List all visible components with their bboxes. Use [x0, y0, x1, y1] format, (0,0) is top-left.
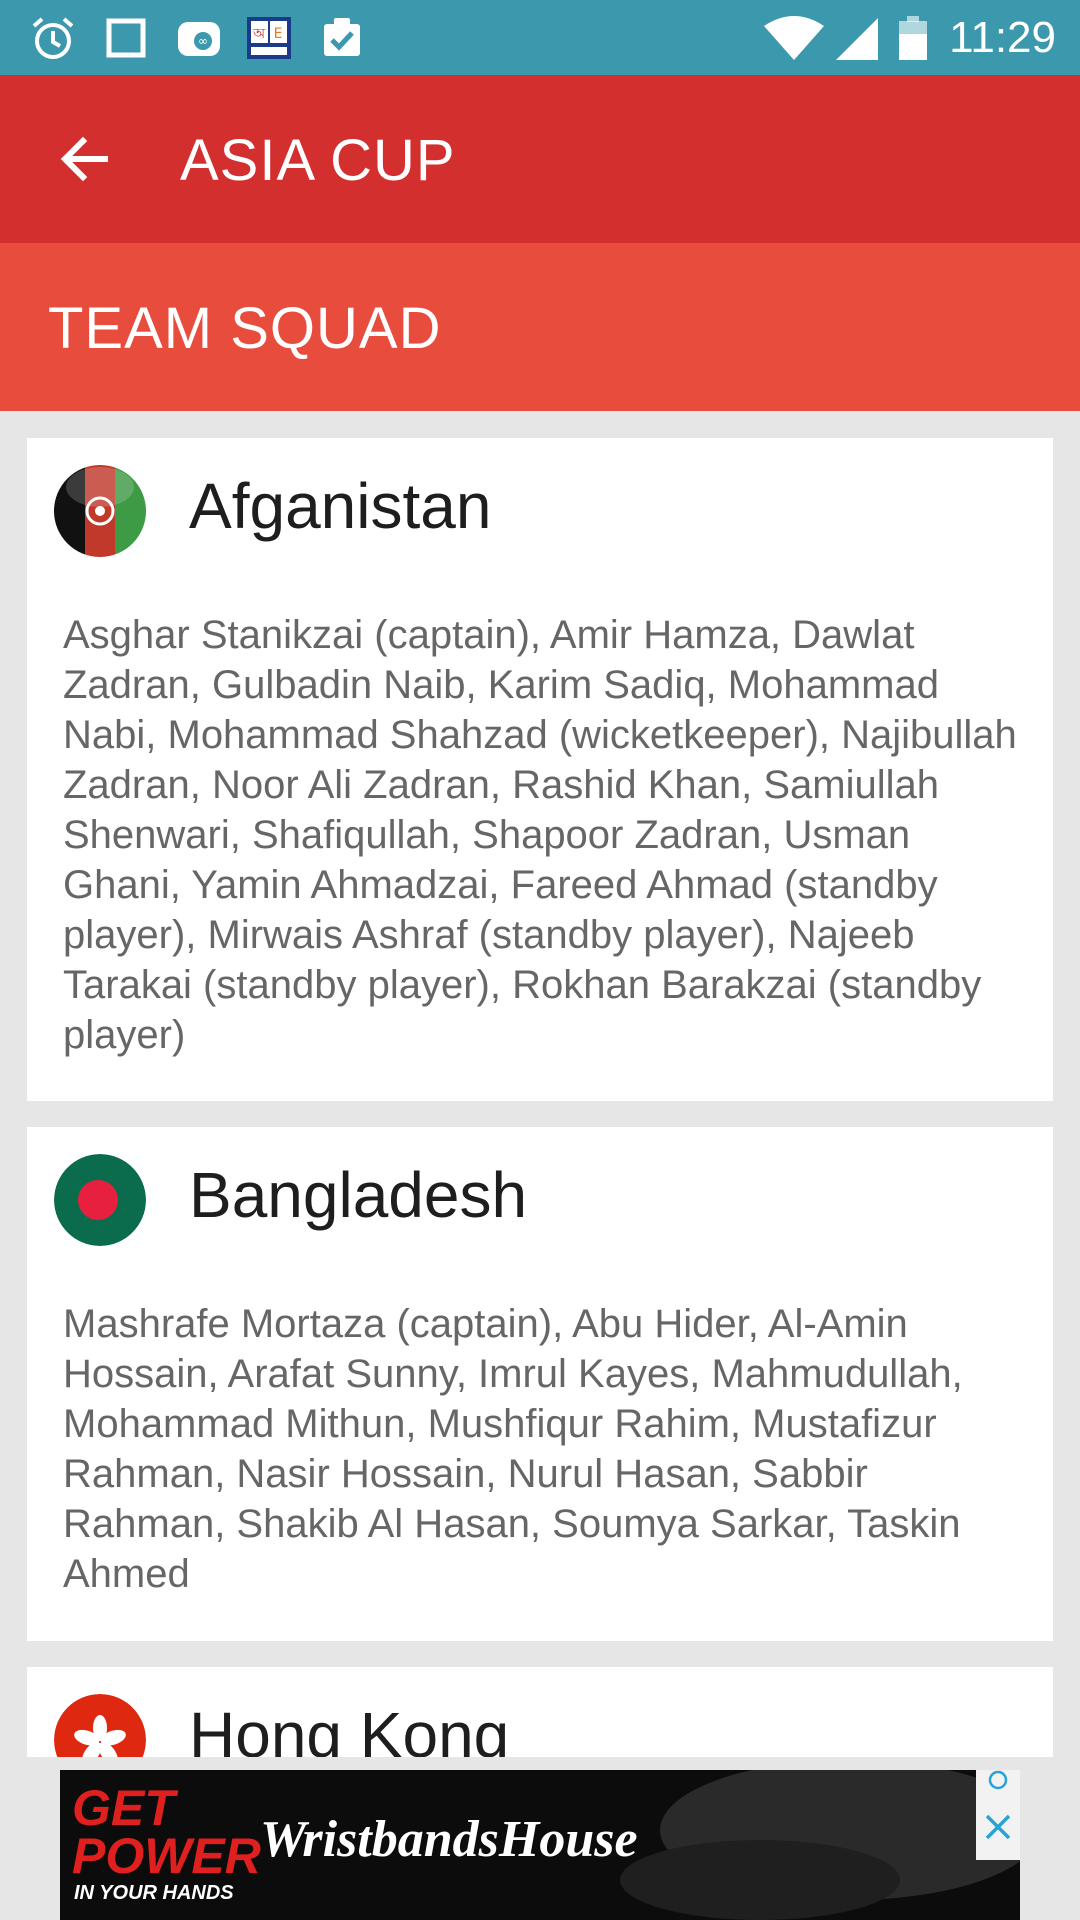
section-title: TEAM SQUAD — [48, 296, 442, 361]
svg-text:E: E — [274, 26, 283, 42]
app-title: ASIA CUP — [180, 128, 456, 193]
team-name: Hong Kong — [189, 1699, 510, 1757]
ad-headline: GET POWER — [72, 1780, 261, 1884]
wifi-icon — [764, 16, 824, 60]
team-name: Afganistan — [189, 470, 492, 542]
back-button[interactable] — [40, 119, 130, 199]
app-bar: ASIA CUP — [0, 75, 1080, 243]
team-list[interactable]: Afganistan Asghar Stanikzai (captain), A… — [0, 411, 1080, 1757]
afghanistan-flag-icon — [54, 465, 146, 557]
close-icon — [985, 1770, 1011, 1840]
battery-icon — [899, 16, 927, 60]
arrow-back-icon — [60, 136, 108, 182]
piggy-icon: ∞ — [178, 22, 220, 56]
team-card-bangladesh[interactable]: Bangladesh Mashrafe Mortaza (captain), A… — [27, 1127, 1053, 1641]
team-squad-text: Asghar Stanikzai (captain), Amir Hamza, … — [63, 613, 1017, 1057]
section-header: TEAM SQUAD — [0, 243, 1080, 411]
alarm-icon — [32, 17, 74, 59]
ad-info-icon — [988, 1770, 1008, 1790]
ad-close-button[interactable] — [976, 1770, 1020, 1860]
team-card-hong-kong[interactable]: Hong Kong — [27, 1667, 1053, 1757]
clock-time: 11:29 — [949, 13, 1056, 62]
team-card-afghanistan[interactable]: Afganistan Asghar Stanikzai (captain), A… — [27, 438, 1053, 1101]
svg-text:∞: ∞ — [198, 34, 208, 48]
clipboard-check-icon — [324, 18, 360, 56]
ad-brand: WristbandsHouse — [260, 1811, 638, 1868]
bangladesh-flag-icon — [54, 1154, 146, 1246]
status-bar: ∞ অ E 11:29 — [0, 0, 1080, 75]
svg-text:অ: অ — [252, 26, 266, 42]
ad-banner[interactable]: GET POWER IN YOUR HANDS WristbandsHouse — [60, 1770, 1020, 1920]
hong-kong-flag-icon — [54, 1694, 146, 1757]
ad-tagline: IN YOUR HANDS — [74, 1882, 234, 1904]
signal-icon — [836, 18, 878, 60]
team-name: Bangladesh — [189, 1159, 528, 1231]
square-icon — [106, 18, 146, 58]
team-squad-text: Mashrafe Mortaza (captain), Abu Hider, A… — [63, 1302, 963, 1596]
dictionary-app-icon: অ E — [247, 17, 291, 59]
